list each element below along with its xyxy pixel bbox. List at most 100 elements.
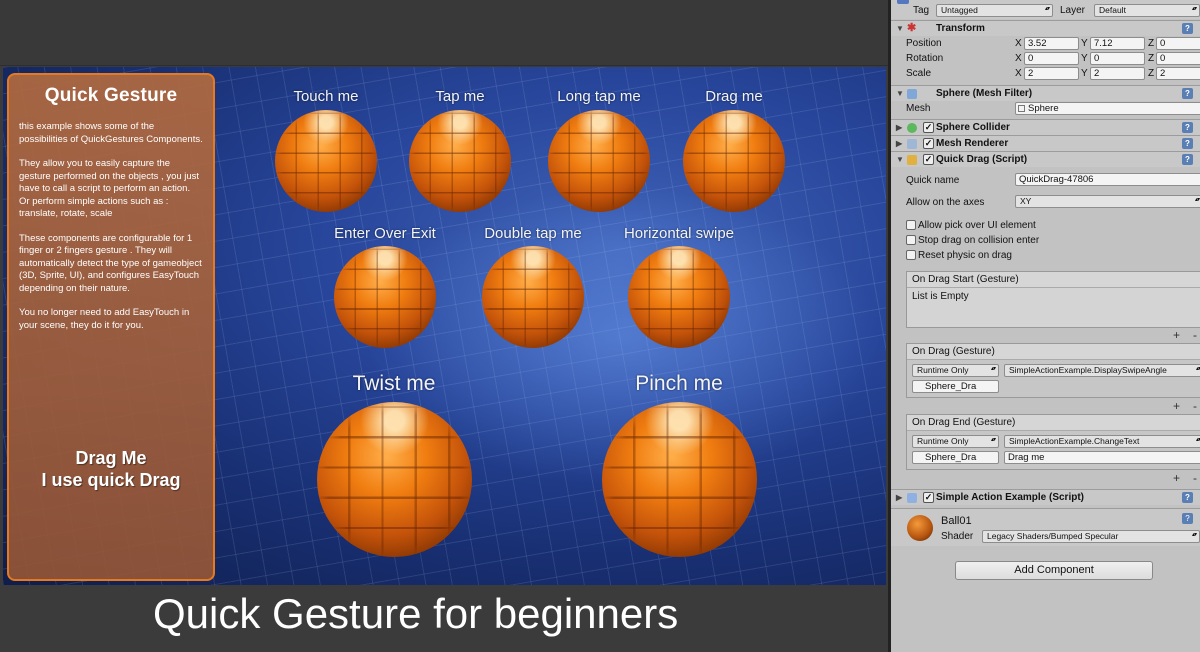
tap-sphere[interactable] <box>409 110 511 212</box>
scale-z-field[interactable]: 2 <box>1156 67 1200 80</box>
gear-icon[interactable]: ? <box>1182 23 1193 34</box>
remove-listener-button[interactable]: - <box>1193 328 1197 342</box>
collapse-arrow-icon[interactable]: ▶ <box>896 120 902 136</box>
mesh-renderer-checkbox[interactable]: ✓ <box>923 138 934 149</box>
on-drag-start-empty: List is Empty <box>907 288 1200 327</box>
tag-dropdown[interactable]: Untagged <box>936 4 1053 17</box>
stop-drag-checkbox[interactable] <box>906 235 916 245</box>
add-listener-button[interactable]: + <box>1173 399 1180 413</box>
mesh-renderer-icon <box>907 139 917 149</box>
remove-listener-button[interactable]: - <box>1193 471 1197 485</box>
collapse-arrow-icon[interactable]: ▼ <box>896 21 904 37</box>
allow-pick-checkbox[interactable] <box>906 220 916 230</box>
sphere-collider-header[interactable]: ▶ ✓ Sphere Collider ? <box>891 119 1200 135</box>
y-label: Y <box>1081 38 1088 49</box>
panel-title: Quick Gesture <box>44 85 178 106</box>
argument-field[interactable]: Drag me <box>1004 451 1200 464</box>
panel-paragraph: They allow you to easily capture the ges… <box>19 158 200 219</box>
info-panel[interactable]: Quick Gesture this example shows some of… <box>7 73 215 581</box>
z-label: Z <box>1148 53 1155 64</box>
gear-icon[interactable]: ? <box>1182 138 1193 149</box>
transform-title: Transform <box>936 23 985 34</box>
tag-layer-row: Tag Untagged Layer Default <box>891 0 1200 19</box>
gear-icon[interactable]: ? <box>1182 513 1193 524</box>
rotation-z-field[interactable]: 0 <box>1156 52 1200 65</box>
mesh-filter-header[interactable]: ▼ Sphere (Mesh Filter) ? <box>891 85 1200 101</box>
object-field[interactable]: Sphere_Dra <box>912 451 999 464</box>
x-label: X <box>1015 38 1022 49</box>
rotation-label: Rotation <box>906 53 944 64</box>
add-listener-button[interactable]: + <box>1173 328 1180 342</box>
mesh-renderer-header[interactable]: ▶ ✓ Mesh Renderer ? <box>891 135 1200 151</box>
panel-paragraph: You no longer need to add EasyTouch in y… <box>19 307 190 331</box>
axes-dropdown[interactable]: XY <box>1015 195 1200 208</box>
reset-physic-label: Reset physic on drag <box>918 250 1012 261</box>
on-drag-event: On Drag (Gesture) Runtime Only SimpleAct… <box>906 343 1200 398</box>
gear-icon[interactable]: ? <box>1182 88 1193 99</box>
z-label: Z <box>1148 68 1155 79</box>
add-component-button[interactable]: Add Component <box>955 561 1153 580</box>
add-listener-button[interactable]: + <box>1173 471 1180 485</box>
runtime-dropdown[interactable]: Runtime Only <box>912 435 999 448</box>
rotation-y-field[interactable]: 0 <box>1090 52 1145 65</box>
reset-physic-checkbox[interactable] <box>906 250 916 260</box>
transform-icon: ✱ <box>907 22 917 34</box>
quick-drag-header[interactable]: ▼ ✓ Quick Drag (Script) ? <box>891 151 1200 167</box>
gear-icon[interactable]: ? <box>1182 122 1193 133</box>
quick-drag-checkbox[interactable]: ✓ <box>923 154 934 165</box>
scale-y-field[interactable]: 2 <box>1090 67 1145 80</box>
mesh-filter-icon <box>907 89 917 99</box>
collapse-arrow-icon[interactable]: ▼ <box>896 86 904 102</box>
drag-me-line1: Drag Me <box>75 448 147 468</box>
script-icon <box>907 155 917 165</box>
double-tap-sphere[interactable] <box>482 246 584 348</box>
runtime-dropdown[interactable]: Runtime Only <box>912 364 999 377</box>
scale-x-field[interactable]: 2 <box>1024 67 1079 80</box>
touch-sphere[interactable] <box>275 110 377 212</box>
inspector-panel: Tag Untagged Layer Default ▼ ✱ Transform… <box>888 0 1200 652</box>
collapse-arrow-icon[interactable]: ▶ <box>896 136 902 152</box>
shader-dropdown[interactable]: Legacy Shaders/Bumped Specular <box>982 530 1200 543</box>
gear-icon[interactable]: ? <box>1182 154 1193 165</box>
pinch-sphere[interactable] <box>602 402 757 557</box>
drag-me-line2: I use quick Drag <box>41 470 181 490</box>
y-label: Y <box>1081 53 1088 64</box>
position-x-field[interactable]: 3.52 <box>1024 37 1079 50</box>
position-z-field[interactable]: 0 <box>1156 37 1200 50</box>
drag-me-text: Drag Me I use quick Drag <box>9 447 213 491</box>
axes-label: Allow on the axes <box>906 197 985 208</box>
simple-action-checkbox[interactable]: ✓ <box>923 492 934 503</box>
collapse-arrow-icon[interactable]: ▶ <box>896 490 902 506</box>
mesh-field[interactable]: Sphere <box>1015 102 1200 115</box>
transform-header[interactable]: ▼ ✱ Transform ? <box>891 20 1200 36</box>
collapse-arrow-icon[interactable]: ▼ <box>896 152 904 168</box>
function-dropdown[interactable]: SimpleActionExample.DisplaySwipeAngle <box>1004 364 1200 377</box>
twist-label: Twist me <box>352 372 436 395</box>
quick-name-field[interactable]: QuickDrag-47806 <box>1015 173 1200 186</box>
material-section: Ball01 Shader Legacy Shaders/Bumped Spec… <box>891 508 1200 546</box>
simple-action-title: Simple Action Example (Script) <box>936 492 1084 503</box>
z-label: Z <box>1148 38 1155 49</box>
position-label: Position <box>906 38 942 49</box>
drag-sphere[interactable] <box>683 110 785 212</box>
twist-sphere[interactable] <box>317 402 472 557</box>
long-tap-sphere[interactable] <box>548 110 650 212</box>
sphere-collider-checkbox[interactable]: ✓ <box>923 122 934 133</box>
enter-over-exit-sphere[interactable] <box>334 246 436 348</box>
horizontal-swipe-label: Horizontal swipe <box>623 225 735 242</box>
transform-fields: Position X 3.52 Y 7.12 Z 0 Rotation X 0 … <box>891 36 1200 86</box>
tap-label: Tap me <box>435 88 485 105</box>
layer-label: Layer <box>1060 5 1086 16</box>
position-y-field[interactable]: 7.12 <box>1090 37 1145 50</box>
object-field[interactable]: Sphere_Dra <box>912 380 999 393</box>
function-dropdown[interactable]: SimpleActionExample.ChangeText <box>1004 435 1200 448</box>
sphere-collider-icon <box>907 123 917 133</box>
simple-action-header[interactable]: ▶ ✓ Simple Action Example (Script) ? <box>891 489 1200 505</box>
rotation-x-field[interactable]: 0 <box>1024 52 1079 65</box>
remove-listener-button[interactable]: - <box>1193 399 1197 413</box>
horizontal-swipe-sphere[interactable] <box>628 246 730 348</box>
quick-name-label: Quick name <box>906 175 960 186</box>
layer-dropdown[interactable]: Default <box>1094 4 1200 17</box>
gear-icon[interactable]: ? <box>1182 492 1193 503</box>
material-sphere-icon <box>907 515 933 541</box>
